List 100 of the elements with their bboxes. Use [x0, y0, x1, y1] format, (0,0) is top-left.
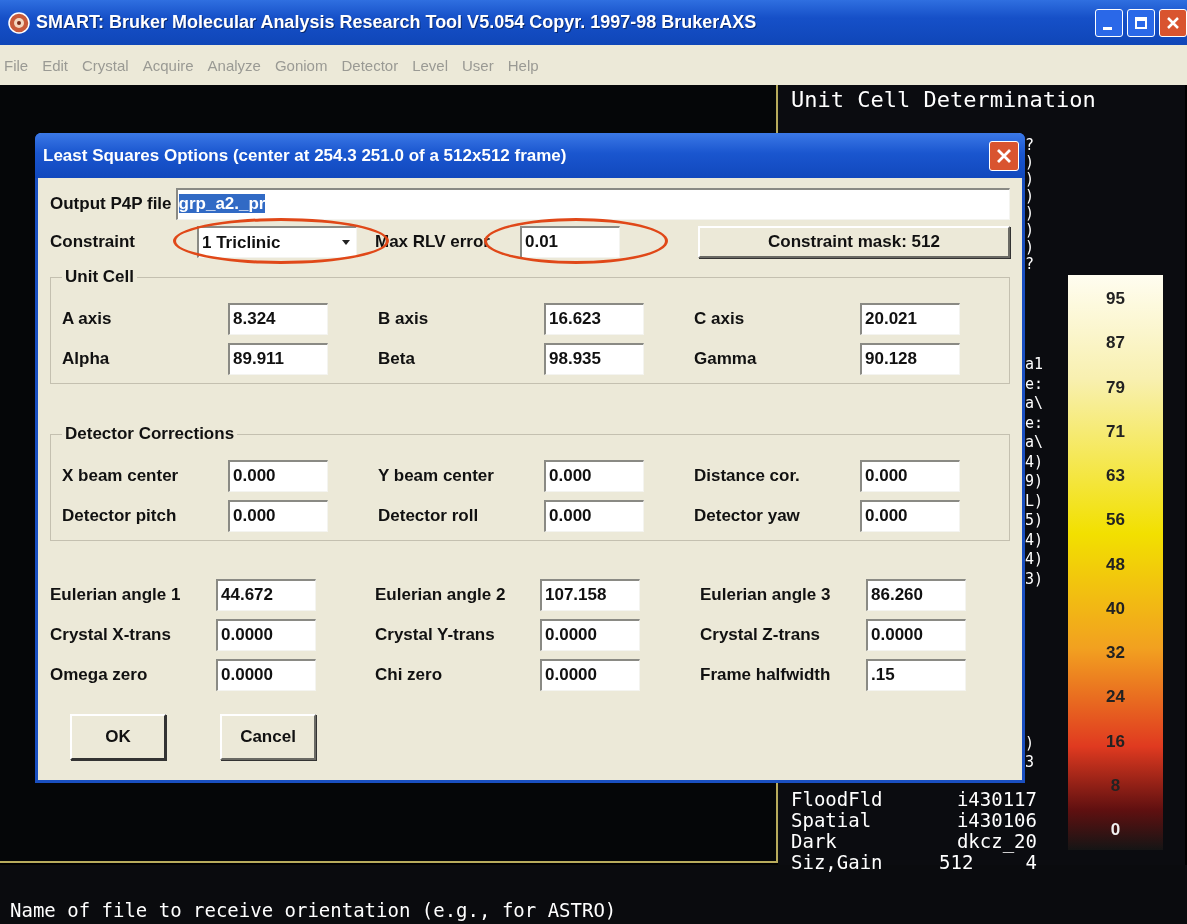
- number-field[interactable]: 44.672: [216, 579, 316, 611]
- text-fragment: ): [1025, 222, 1036, 239]
- field-label: Crystal X-trans: [50, 625, 172, 645]
- field-label: Detector pitch: [62, 506, 178, 526]
- output-file-field[interactable]: grp_a2._pr: [175, 188, 1010, 220]
- field-label: Output P4P file: [50, 194, 172, 214]
- text-fragment: 4): [1025, 530, 1039, 550]
- field-label: Beta: [378, 349, 416, 369]
- close-icon: [1166, 15, 1180, 30]
- info-text: FloodFld: [791, 789, 884, 810]
- maximize-icon: [1134, 15, 1148, 30]
- scale-label: 79: [1106, 377, 1125, 398]
- number-field[interactable]: 20.021: [860, 303, 960, 335]
- number-field[interactable]: 0.000: [544, 460, 644, 492]
- number-field[interactable]: 0.0000: [540, 659, 640, 691]
- text-fragment: ?: [1025, 137, 1036, 154]
- cancel-button[interactable]: Cancel: [220, 714, 316, 760]
- text-fragment: ): [1025, 734, 1036, 753]
- field-label: Eulerian angle 2: [375, 585, 507, 605]
- text-fragment: 4): [1025, 452, 1039, 472]
- close-button[interactable]: [1159, 8, 1187, 37]
- text-fragment: ?: [1025, 256, 1036, 273]
- field-label: Detector yaw: [694, 506, 801, 526]
- group-label: Unit Cell: [64, 267, 135, 287]
- max-rlv-error-field[interactable]: 0.01: [519, 226, 620, 258]
- field-label: Chi zero: [375, 665, 444, 685]
- field-label: Gamma: [694, 349, 758, 369]
- text-fragment: 3: [1025, 753, 1036, 772]
- scale-label: 16: [1106, 731, 1125, 752]
- text-fragment: ): [1025, 154, 1036, 171]
- field-label: X beam center: [62, 466, 180, 486]
- field-label: Omega zero: [50, 665, 149, 685]
- app-icon: [8, 11, 30, 34]
- field-label: C axis: [694, 309, 746, 329]
- panel-heading: Unit Cell Determination: [790, 86, 1097, 114]
- info-text: i430106: [955, 810, 1037, 831]
- number-field[interactable]: 0.0000: [540, 619, 640, 651]
- number-field[interactable]: 0.0000: [216, 659, 316, 691]
- scale-label: 8: [1110, 775, 1121, 796]
- number-field[interactable]: 0.0000: [216, 619, 316, 651]
- field-label: Crystal Y-trans: [375, 625, 496, 645]
- window-title: SMART: Bruker Molecular Analysis Research Tool V5.054 Copyr. 1997-98 BrukerAXS: [36, 12, 757, 33]
- scale-label: 48: [1106, 554, 1125, 575]
- number-field[interactable]: 90.128: [860, 343, 960, 375]
- info-text: Dark: [791, 831, 837, 852]
- scale-label: 71: [1106, 421, 1125, 442]
- number-field[interactable]: 16.623: [544, 303, 644, 335]
- text-fragment: ): [1025, 205, 1036, 222]
- number-field[interactable]: 86.260: [866, 579, 966, 611]
- info-text: i430117: [955, 789, 1037, 810]
- maximize-button[interactable]: [1127, 8, 1155, 37]
- close-button[interactable]: [989, 140, 1019, 171]
- text-fragment: 3): [1025, 569, 1039, 589]
- field-label: Eulerian angle 3: [700, 585, 832, 605]
- number-field[interactable]: 0.000: [544, 500, 644, 532]
- scale-label: 40: [1106, 598, 1125, 619]
- text-fragment: e:: [1025, 374, 1039, 394]
- constraint-dropdown[interactable]: 1 Triclinic: [197, 226, 357, 258]
- scale-label: 56: [1106, 510, 1125, 531]
- field-label: Eulerian angle 1: [50, 585, 182, 605]
- number-field[interactable]: 0.000: [860, 500, 960, 532]
- field-label: Detector roll: [378, 506, 480, 526]
- minimize-button[interactable]: [1095, 8, 1123, 37]
- minimize-icon: [1103, 27, 1112, 30]
- field-label: A axis: [62, 309, 113, 329]
- info-text: dkcz_20: [955, 831, 1037, 852]
- close-icon: [996, 147, 1012, 164]
- text-fragment: L): [1025, 491, 1039, 511]
- field-label: Alpha: [62, 349, 111, 369]
- text-fragment: ): [1025, 239, 1036, 256]
- constraint-mask-button[interactable]: Constraint mask: 512: [698, 226, 1010, 258]
- number-field[interactable]: 0.000: [228, 460, 328, 492]
- text-fragment: ): [1025, 171, 1036, 188]
- text-fragment: ): [1025, 188, 1036, 205]
- field-label: Constraint: [50, 232, 136, 252]
- dialog-title: Least Squares Options (center at 254.3 251.0 of a 512x512 frame): [43, 145, 567, 166]
- scale-label: 87: [1106, 333, 1125, 354]
- field-label: Crystal Z-trans: [700, 625, 821, 645]
- number-field[interactable]: 98.935: [544, 343, 644, 375]
- info-text: Spatial: [791, 810, 873, 831]
- field-label: B axis: [378, 309, 430, 329]
- number-field[interactable]: 8.324: [228, 303, 328, 335]
- field-label: Distance cor.: [694, 466, 801, 486]
- number-field[interactable]: 0.000: [228, 500, 328, 532]
- caret-icon: [342, 240, 350, 245]
- scale-label: 95: [1106, 289, 1125, 309]
- group-label: Detector Corrections: [64, 424, 236, 444]
- text-fragment: e:: [1025, 413, 1039, 433]
- number-field[interactable]: 0.0000: [866, 619, 966, 651]
- ok-button[interactable]: OK: [70, 714, 166, 760]
- number-field[interactable]: 89.911: [228, 343, 328, 375]
- text-fragment: 9): [1025, 472, 1039, 492]
- number-field[interactable]: 107.158: [540, 579, 640, 611]
- number-field[interactable]: .15: [866, 659, 966, 691]
- field-label: Y beam center: [378, 466, 495, 486]
- scale-label: 24: [1106, 687, 1125, 708]
- scale-label: 0: [1110, 820, 1121, 840]
- text-fragment: 4): [1025, 550, 1039, 570]
- number-field[interactable]: 0.000: [860, 460, 960, 492]
- field-label: Frame halfwidth: [700, 665, 832, 685]
